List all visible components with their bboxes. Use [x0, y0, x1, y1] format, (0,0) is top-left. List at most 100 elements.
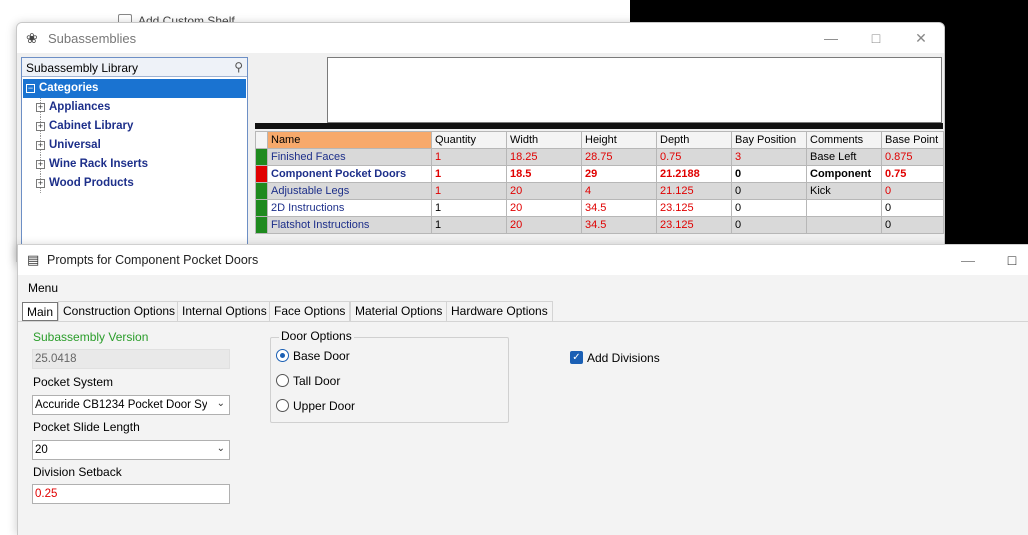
preview-pane	[327, 57, 942, 123]
expand-icon[interactable]: +	[36, 141, 45, 150]
cell-name[interactable]: 2D Instructions	[267, 199, 432, 217]
row-status-indicator	[255, 199, 268, 217]
radio-tall-door[interactable]	[276, 374, 289, 387]
cell-bay[interactable]: 0	[731, 165, 807, 183]
cell-depth[interactable]: 21.125	[656, 182, 732, 200]
tree-item[interactable]: + Appliances	[22, 98, 247, 117]
row-status-indicator	[255, 216, 268, 234]
grid-header-bay-position[interactable]: Bay Position	[731, 131, 807, 149]
cell-base[interactable]: 0.75	[881, 165, 944, 183]
cell-height[interactable]: 34.5	[581, 216, 657, 234]
door-options-group: Door Options Base Door Tall Door Upper D…	[270, 329, 509, 423]
tab-internal-options[interactable]: Internal Options	[177, 301, 272, 321]
cell-quantity[interactable]: 1	[431, 165, 507, 183]
door-options-title: Door Options	[279, 329, 354, 343]
table-row[interactable]: Component Pocket Doors 1 18.5 29 21.2188 0 Com…	[255, 165, 944, 183]
grid-header-quantity[interactable]: Quantity	[431, 131, 507, 149]
prompts-minimize-icon[interactable]: —	[946, 250, 990, 270]
cell-width[interactable]: 18.25	[506, 148, 582, 166]
cell-base[interactable]: 0	[881, 199, 944, 217]
cell-width[interactable]: 20	[506, 199, 582, 217]
radio-base-door[interactable]	[276, 349, 289, 362]
cell-name[interactable]: Finished Faces	[267, 148, 432, 166]
cell-name[interactable]: Component Pocket Doors	[267, 165, 432, 183]
cell-name[interactable]: Adjustable Legs	[267, 182, 432, 200]
table-row[interactable]: Finished Faces 1 18.25 28.75 0.75 3 Base Left 0…	[255, 148, 944, 166]
pocket-slide-length-select[interactable]: 20 ⌄	[32, 440, 230, 460]
cell-comments[interactable]: Kick	[806, 182, 882, 200]
prompts-maximize-icon[interactable]: □	[990, 250, 1028, 270]
maximize-icon[interactable]: □	[854, 28, 898, 48]
pocket-system-select[interactable]: Accuride CB1234 Pocket Door System ⌄	[32, 395, 230, 415]
tab-construction-options[interactable]: Construction Options	[58, 301, 181, 321]
grid-header-comments[interactable]: Comments	[806, 131, 882, 149]
cell-base[interactable]: 0	[881, 182, 944, 200]
cell-bay[interactable]: 0	[731, 199, 807, 217]
tree-item[interactable]: + Universal	[22, 136, 247, 155]
cell-name[interactable]: Flatshot Instructions	[267, 216, 432, 234]
expand-icon[interactable]: +	[36, 103, 45, 112]
library-header: Subassembly Library ⚲	[22, 58, 247, 77]
division-setback-input[interactable]: 0.25	[32, 484, 230, 504]
tree-item[interactable]: + Cabinet Library	[22, 117, 247, 136]
cell-quantity[interactable]: 1	[431, 148, 507, 166]
expand-icon[interactable]: +	[36, 179, 45, 188]
cell-width[interactable]: 20	[506, 182, 582, 200]
grid-header-name[interactable]: Name	[267, 131, 432, 149]
radio-label-upper-door: Upper Door	[293, 399, 356, 413]
expand-icon[interactable]: +	[36, 160, 45, 169]
tree-item[interactable]: + Wine Rack Inserts	[22, 155, 247, 174]
collapse-icon[interactable]: −	[26, 84, 35, 93]
radio-label-tall-door: Tall Door	[293, 374, 341, 388]
tree-item-label: Wine Rack Inserts	[49, 158, 148, 170]
grid-header-width[interactable]: Width	[506, 131, 582, 149]
minimize-icon[interactable]: —	[809, 28, 853, 48]
table-row[interactable]: 2D Instructions 1 20 34.5 23.125 0 0	[255, 199, 944, 217]
grid-header-depth[interactable]: Depth	[656, 131, 732, 149]
grid-header-height[interactable]: Height	[581, 131, 657, 149]
cell-depth[interactable]: 21.2188	[656, 165, 732, 183]
chevron-down-icon[interactable]: ⌄	[217, 443, 225, 454]
cell-width[interactable]: 18.5	[506, 165, 582, 183]
tree-label-categories: Categories	[39, 82, 99, 94]
close-icon[interactable]: ✕	[899, 28, 943, 48]
cell-bay[interactable]: 3	[731, 148, 807, 166]
tab-material-options[interactable]: Material Options	[350, 301, 448, 321]
grid-header-base-point[interactable]: Base Point	[881, 131, 944, 149]
chevron-down-icon[interactable]: ⌄	[217, 398, 225, 409]
cell-height[interactable]: 28.75	[581, 148, 657, 166]
cell-bay[interactable]: 0	[731, 182, 807, 200]
pin-icon[interactable]: ⚲	[234, 60, 243, 74]
cell-comments[interactable]	[806, 199, 882, 217]
cell-bay[interactable]: 0	[731, 216, 807, 234]
cell-depth[interactable]: 0.75	[656, 148, 732, 166]
expand-icon[interactable]: +	[36, 122, 45, 131]
cell-base[interactable]: 0	[881, 216, 944, 234]
cell-height[interactable]: 29	[581, 165, 657, 183]
tab-face-options[interactable]: Face Options	[269, 301, 351, 321]
cell-comments[interactable]: Component	[806, 165, 882, 183]
cell-quantity[interactable]: 1	[431, 182, 507, 200]
cell-height[interactable]: 4	[581, 182, 657, 200]
cell-height[interactable]: 34.5	[581, 199, 657, 217]
subassembly-version-label: Subassembly Version	[33, 330, 149, 344]
cell-base[interactable]: 0.875	[881, 148, 944, 166]
table-row[interactable]: Adjustable Legs 1 20 4 21.125 0 Kick 0	[255, 182, 944, 200]
cell-width[interactable]: 20	[506, 216, 582, 234]
cell-comments[interactable]: Base Left	[806, 148, 882, 166]
tab-hardware-options[interactable]: Hardware Options	[446, 301, 553, 321]
table-row[interactable]: Flatshot Instructions 1 20 34.5 23.125 0 0	[255, 216, 944, 234]
menu-bar-item[interactable]: Menu	[28, 281, 58, 295]
cell-depth[interactable]: 23.125	[656, 199, 732, 217]
tree-item-categories[interactable]: − Categories	[23, 79, 246, 98]
row-status-indicator	[255, 165, 268, 183]
pocket-system-label: Pocket System	[33, 375, 114, 389]
tree-item[interactable]: + Wood Products	[22, 174, 247, 193]
cell-depth[interactable]: 23.125	[656, 216, 732, 234]
cell-quantity[interactable]: 1	[431, 216, 507, 234]
radio-upper-door[interactable]	[276, 399, 289, 412]
cell-comments[interactable]	[806, 216, 882, 234]
tab-main[interactable]: Main	[22, 302, 59, 321]
add-divisions-checkbox[interactable]: ✓	[570, 351, 583, 364]
cell-quantity[interactable]: 1	[431, 199, 507, 217]
